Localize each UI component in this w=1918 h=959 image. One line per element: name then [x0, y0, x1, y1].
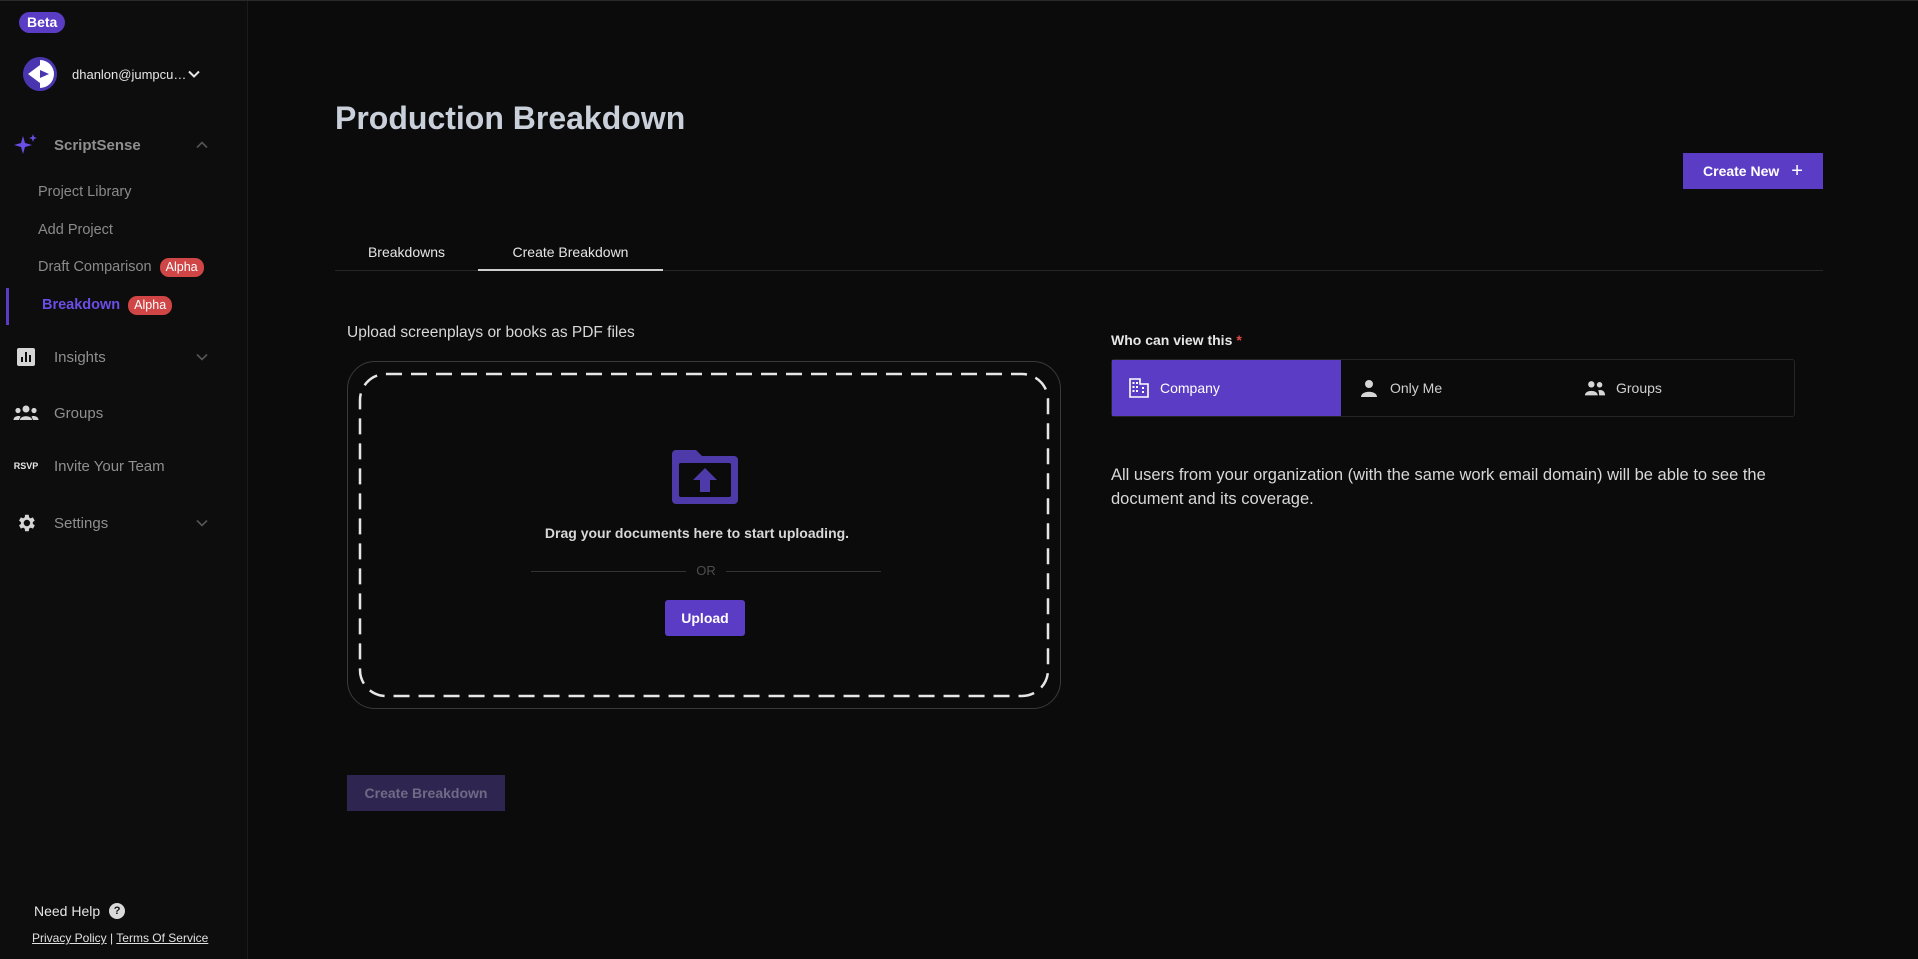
- chevron-down-icon[interactable]: [194, 515, 210, 531]
- visibility-label: Who can view this *: [1111, 332, 1242, 348]
- need-help-label: Need Help: [34, 903, 101, 919]
- nav-section-settings[interactable]: Settings: [0, 508, 247, 538]
- option-label: Groups: [1616, 380, 1662, 396]
- legal-separator: |: [110, 931, 114, 945]
- visibility-option-only-me[interactable]: Only Me: [1358, 360, 1568, 416]
- question-icon: ?: [109, 903, 126, 919]
- nav-section-groups[interactable]: Groups: [0, 398, 247, 428]
- nav-label-groups: Groups: [54, 404, 104, 422]
- terms-of-service-link[interactable]: Terms Of Service: [116, 931, 208, 945]
- legal-links: Privacy Policy | Terms Of Service: [32, 931, 208, 945]
- create-breakdown-button[interactable]: Create Breakdown: [347, 775, 505, 811]
- or-divider: OR: [531, 562, 881, 580]
- sidebar-item-draft-comparison[interactable]: Draft Comparison Alpha: [38, 256, 204, 278]
- alpha-badge: Alpha: [159, 257, 204, 277]
- account-switcher[interactable]: dhanlon@jumpcut...: [23, 56, 223, 92]
- people-icon: [1584, 377, 1606, 399]
- plus-icon: +: [1791, 160, 1803, 182]
- sidebar-item-label: Breakdown: [42, 297, 121, 313]
- divider-line: [726, 571, 881, 572]
- rsvp-icon: RSVP: [13, 461, 39, 471]
- visibility-description: All users from your organization (with t…: [1111, 466, 1766, 508]
- active-indicator: [6, 288, 9, 325]
- nav-label-invite: Invite Your Team: [54, 457, 165, 475]
- visibility-selector: Company Only Me Groups: [1111, 359, 1795, 417]
- folder-upload-icon: [672, 450, 738, 504]
- option-label: Only Me: [1390, 380, 1443, 396]
- nav-section-invite[interactable]: RSVP Invite Your Team: [0, 451, 247, 481]
- gear-icon: [13, 510, 39, 536]
- visibility-option-company[interactable]: Company: [1112, 360, 1341, 416]
- visibility-option-groups[interactable]: Groups: [1584, 360, 1794, 416]
- avatar: [23, 57, 57, 91]
- chevron-down-icon[interactable]: [187, 67, 201, 81]
- logo-icon: [23, 57, 57, 91]
- create-new-button[interactable]: Create New +: [1683, 153, 1823, 189]
- top-border: [0, 0, 1918, 1]
- tab-breakdowns[interactable]: Breakdowns: [335, 240, 478, 269]
- person-icon: [1358, 377, 1380, 399]
- sidebar-item-label: Draft Comparison: [38, 259, 152, 275]
- sidebar-item-breakdown[interactable]: Breakdown Alpha: [42, 294, 173, 316]
- nav-section-scriptsense[interactable]: ScriptSense: [0, 130, 247, 160]
- chevron-down-icon[interactable]: [194, 349, 210, 365]
- drag-instructions: Drag your documents here to start upload…: [544, 525, 850, 541]
- nav-section-insights[interactable]: Insights: [0, 342, 247, 372]
- building-icon: [1128, 377, 1150, 399]
- people-icon: [13, 400, 39, 426]
- option-label: Company: [1160, 380, 1220, 396]
- or-text: OR: [696, 563, 716, 578]
- alpha-badge: Alpha: [128, 295, 173, 315]
- sidebar-item-label: Project Library: [38, 184, 132, 200]
- nav-label-settings: Settings: [54, 514, 109, 532]
- create-new-label: Create New: [1703, 163, 1780, 179]
- bar-chart-icon: [13, 344, 39, 370]
- tab-label: Breakdowns: [367, 244, 446, 260]
- upload-label: Upload screenplays or books as PDF files: [347, 324, 635, 341]
- need-help[interactable]: Need Help ?: [34, 903, 126, 919]
- sidebar-item-project-library[interactable]: Project Library: [38, 181, 131, 203]
- sidebar: Beta dhanlon@jumpcut... ScriptSense Proj…: [0, 1, 248, 959]
- required-mark: *: [1236, 332, 1242, 348]
- tab-bar: Breakdowns Create Breakdown: [335, 240, 1823, 271]
- nav-label-scriptsense: ScriptSense: [54, 136, 141, 154]
- privacy-policy-link[interactable]: Privacy Policy: [32, 931, 107, 945]
- divider-line: [531, 571, 686, 572]
- sparkle-icon: [13, 132, 39, 158]
- sidebar-item-add-project[interactable]: Add Project: [38, 219, 113, 241]
- visibility-label-text: Who can view this: [1111, 332, 1233, 348]
- chevron-up-icon[interactable]: [194, 137, 210, 153]
- tab-label: Create Breakdown: [512, 244, 629, 260]
- account-email: dhanlon@jumpcut...: [72, 66, 187, 82]
- tab-create-breakdown[interactable]: Create Breakdown: [478, 240, 663, 271]
- upload-button[interactable]: Upload: [665, 600, 745, 636]
- beta-badge: Beta: [19, 12, 66, 33]
- sidebar-item-label: Add Project: [38, 222, 113, 238]
- nav-label-insights: Insights: [54, 348, 106, 366]
- page-title: Production Breakdown: [335, 100, 686, 136]
